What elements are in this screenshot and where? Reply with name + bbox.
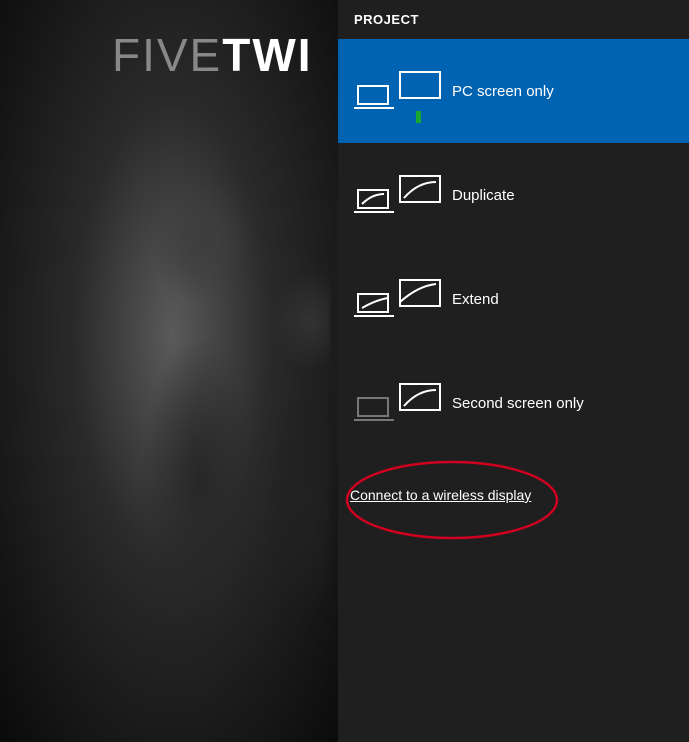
option-duplicate[interactable]: Duplicate	[338, 143, 689, 247]
panel-title: PROJECT	[338, 0, 689, 39]
wallpaper-title: FIVETWI	[112, 28, 313, 82]
duplicate-icon	[354, 174, 444, 216]
option-label: Extend	[452, 291, 499, 308]
pc-screen-only-icon	[354, 70, 444, 112]
option-extend[interactable]: Extend	[338, 247, 689, 351]
wallpaper-title-thin: FIVE	[112, 29, 222, 81]
extend-icon	[354, 278, 444, 320]
option-pc-screen-only[interactable]: PC screen only	[338, 39, 689, 143]
option-label: Duplicate	[452, 187, 515, 204]
project-panel: PROJECT PC screen only	[338, 0, 689, 742]
connect-wireless-display-link[interactable]: Connect to a wireless display	[350, 487, 531, 503]
second-screen-only-icon	[354, 382, 444, 424]
option-second-screen-only[interactable]: Second screen only	[338, 351, 689, 455]
active-indicator-icon	[416, 111, 421, 123]
desktop-wallpaper: FIVETWI	[0, 0, 345, 742]
option-label: PC screen only	[452, 83, 554, 100]
wallpaper-figure	[50, 100, 330, 740]
option-label: Second screen only	[452, 395, 584, 412]
wallpaper-title-bold: TWI	[222, 29, 312, 81]
